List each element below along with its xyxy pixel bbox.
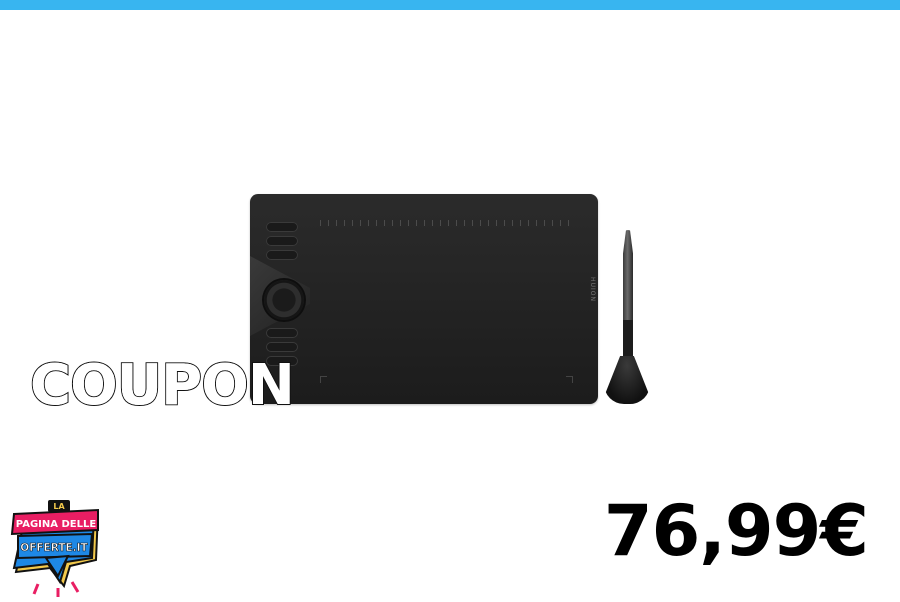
svg-text:PAGINA DELLE: PAGINA DELLE: [16, 519, 97, 530]
drawing-tablet: HUION: [250, 194, 598, 404]
pen-grip: [623, 320, 633, 360]
site-logo: LA PAGINA DELLE OFFERTE.IT: [8, 498, 104, 598]
active-area-corner: [566, 376, 573, 383]
product-image: HUION: [250, 190, 670, 410]
stylus-pen: [604, 230, 654, 406]
svg-text:LA: LA: [53, 502, 65, 511]
coupon-label: COUPON: [29, 353, 296, 418]
tablet-brand-mark: HUION: [588, 277, 596, 302]
tablet-ruler-marks: [320, 220, 570, 226]
pen-stand: [604, 356, 650, 404]
active-area-corner: [320, 376, 327, 383]
tablet-express-keys-top: [266, 222, 298, 264]
svg-text:OFFERTE.IT: OFFERTE.IT: [20, 542, 88, 554]
price-label: 76,99€: [603, 490, 869, 572]
tablet-dial: [264, 280, 304, 320]
top-accent-bar: [0, 0, 900, 10]
offers-logo-icon: LA PAGINA DELLE OFFERTE.IT: [10, 500, 100, 597]
